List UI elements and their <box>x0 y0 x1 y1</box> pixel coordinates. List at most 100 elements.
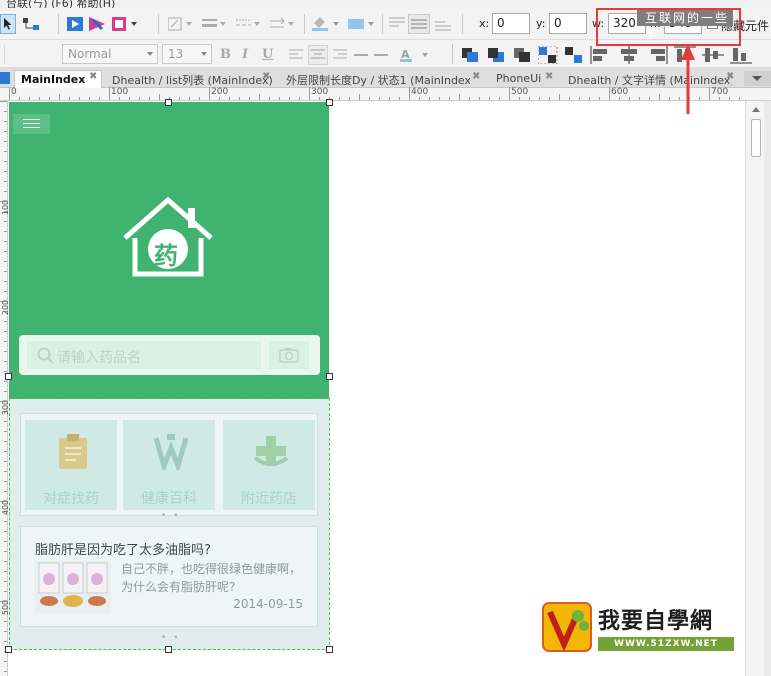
resize-handle-bottom-left[interactable] <box>5 646 12 653</box>
ruler-tick <box>4 391 7 392</box>
tab-dynamic-panel[interactable]: 外层限制长度Dy / 状态1 (MainIndex) <box>280 70 470 88</box>
line-style-button[interactable] <box>234 14 264 34</box>
toolbar-separator <box>4 44 5 64</box>
share-button[interactable] <box>86 14 108 34</box>
ruler-tick <box>479 97 480 100</box>
toolbar-separator <box>158 14 159 34</box>
tab-text-detail[interactable]: Dhealth / 文字详情 (MainIndex) <box>562 70 732 88</box>
tab-label: PhoneUi <box>496 72 542 85</box>
menu-icon[interactable] <box>13 114 50 134</box>
align-center-button[interactable] <box>308 45 328 65</box>
toolbar-separator <box>452 44 453 64</box>
align-top-icon <box>389 17 405 27</box>
ruler-tick <box>659 94 660 100</box>
close-icon[interactable]: ✖ <box>545 71 553 82</box>
pages-panel-icon[interactable] <box>0 72 10 84</box>
paint-bucket-icon <box>312 17 339 31</box>
align-top-button[interactable] <box>386 14 408 34</box>
ruler-label: 300 <box>311 87 329 97</box>
ungroup-icon[interactable] <box>564 46 584 64</box>
resize-handle-top[interactable] <box>165 99 172 106</box>
y-label: y: <box>536 17 546 30</box>
align-objects-middle-icon[interactable] <box>702 46 724 64</box>
arrow-style-button[interactable] <box>268 14 298 34</box>
line-weight-icon <box>202 19 226 27</box>
ruler-tick <box>599 97 600 100</box>
resize-handle-bottom-right[interactable] <box>326 646 333 653</box>
resize-handle-top-right[interactable] <box>326 99 333 106</box>
ruler-tick <box>729 97 730 100</box>
ruler-tick <box>4 531 7 532</box>
ruler-tick <box>69 97 70 100</box>
share-icon <box>89 17 105 31</box>
font-size-combo[interactable]: 13 <box>162 44 212 64</box>
close-icon[interactable]: ✖ <box>726 71 734 82</box>
ruler-tick <box>419 97 420 100</box>
ruler-tick <box>669 97 670 100</box>
align-right-button[interactable] <box>330 46 350 64</box>
italic-button[interactable]: I <box>242 47 248 62</box>
resize-handle-bottom[interactable] <box>165 646 172 653</box>
bullet-list-button[interactable] <box>352 46 392 64</box>
select-tool-button[interactable] <box>0 14 16 34</box>
resize-handle-left[interactable] <box>5 373 12 380</box>
horizontal-ruler: 0 100 200 300 400 500 600 700 <box>0 87 771 101</box>
ruler-tick <box>4 251 7 252</box>
ruler-tick <box>499 97 500 100</box>
align-middle-icon <box>411 19 427 29</box>
connector-tool-button[interactable] <box>20 14 42 34</box>
align-objects-center-icon[interactable] <box>618 46 640 64</box>
align-middle-button[interactable] <box>408 14 430 34</box>
ruler-tick <box>59 94 60 100</box>
search-placeholder: 请输入药品名 <box>57 350 141 366</box>
camera-icon <box>279 348 299 363</box>
tab-list-button[interactable] <box>744 71 771 86</box>
x-field[interactable]: 0 <box>492 13 530 34</box>
bold-button[interactable]: B <box>220 47 231 62</box>
y-field[interactable]: 0 <box>549 13 587 34</box>
style-dropdown-button[interactable] <box>166 14 196 34</box>
ruler-tick <box>4 641 7 642</box>
preview-button[interactable] <box>64 14 86 34</box>
close-icon[interactable]: ✖ <box>262 71 270 82</box>
ruler-tick <box>509 87 510 100</box>
scroll-thumb[interactable] <box>751 119 761 157</box>
fill-color-button[interactable] <box>310 14 344 34</box>
line-weight-button[interactable] <box>200 14 230 34</box>
ruler-tick <box>249 97 250 100</box>
toolbar-separator <box>58 14 59 34</box>
vertical-ruler: 100 200 300 400 500 <box>0 101 10 676</box>
style-combo-value: Normal <box>68 47 112 61</box>
style-combo[interactable]: Normal <box>62 44 158 64</box>
shadow-button[interactable] <box>346 14 378 34</box>
ruler-label: 100 <box>111 87 129 97</box>
annotation-arrow-icon <box>681 44 695 114</box>
align-objects-bottom-icon[interactable] <box>730 46 752 64</box>
menu-bar-text: 台联(ㄣ) (F6) 希助(H) <box>6 0 116 8</box>
align-bottom-button[interactable] <box>432 14 454 34</box>
scroll-up-icon[interactable] <box>752 107 760 112</box>
ruler-tick <box>129 97 130 100</box>
align-left-icon <box>289 49 303 59</box>
generate-dropdown-button[interactable] <box>110 14 140 34</box>
underline-button[interactable]: U <box>262 47 273 62</box>
group-icon[interactable] <box>538 46 558 64</box>
vertical-scrollbar[interactable] <box>745 101 771 676</box>
align-left-button[interactable] <box>286 46 306 64</box>
bring-forward-icon[interactable] <box>512 46 532 64</box>
ruler-tick <box>239 97 240 100</box>
tab-list-page[interactable]: Dhealth / list列表 (MainIndex) <box>106 70 276 88</box>
close-icon[interactable]: ✖ <box>89 71 97 82</box>
text-color-button[interactable]: A <box>398 46 434 64</box>
bring-front-icon[interactable] <box>460 46 480 64</box>
camera-button[interactable] <box>269 341 309 369</box>
close-icon[interactable]: ✖ <box>472 71 480 82</box>
ruler-tick <box>4 421 7 422</box>
send-back-icon[interactable] <box>486 46 506 64</box>
align-objects-left-icon[interactable] <box>590 46 612 64</box>
align-objects-right-icon[interactable] <box>646 46 668 64</box>
ruler-tick <box>4 381 7 382</box>
resize-handle-right[interactable] <box>326 373 333 380</box>
ruler-tick <box>279 97 280 100</box>
ruler-tick <box>4 631 7 632</box>
